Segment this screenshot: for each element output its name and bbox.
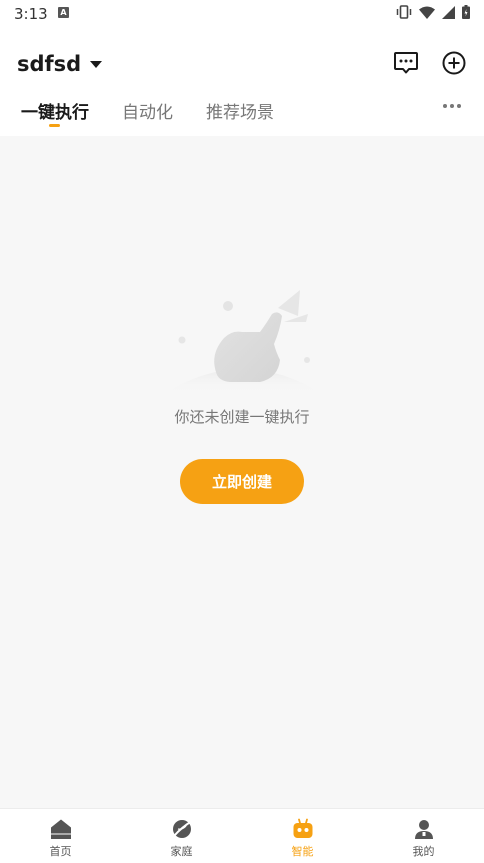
status-time: 3:13 xyxy=(14,5,48,23)
nav-label-smart: 智能 xyxy=(291,845,314,858)
user-icon xyxy=(414,820,433,839)
robot-icon xyxy=(293,818,312,838)
tab-bar: 一键执行 自动化 推荐场景 xyxy=(0,96,484,136)
battery-icon xyxy=(462,5,470,19)
nav-item-home[interactable]: 首页 xyxy=(0,809,121,863)
empty-tap-illustration xyxy=(164,290,322,394)
wifi-icon xyxy=(419,6,435,19)
home-name: sdfsd xyxy=(17,52,82,76)
more-icon[interactable] xyxy=(443,104,461,108)
create-now-button[interactable]: 立即创建 xyxy=(180,459,304,504)
notification-icon: A xyxy=(58,7,69,18)
header: sdfsd 一键执行 自动化 推荐场景 xyxy=(0,28,484,136)
tab-recommended[interactable]: 推荐场景 xyxy=(206,98,274,123)
signal-icon xyxy=(442,5,455,19)
planet-icon xyxy=(172,820,193,838)
status-icons xyxy=(396,5,470,19)
nav-item-smart[interactable]: 智能 xyxy=(242,809,363,863)
status-bar: 3:13 A xyxy=(0,0,484,28)
vibrate-icon xyxy=(396,5,412,19)
add-circle-icon[interactable] xyxy=(440,49,468,77)
nav-label-mine: 我的 xyxy=(412,845,435,858)
nav-item-family[interactable]: 家庭 xyxy=(121,809,242,863)
tab-automation[interactable]: 自动化 xyxy=(122,98,173,123)
bottom-nav: 首页 家庭 智能 我的 xyxy=(0,808,484,863)
tab-one-click[interactable]: 一键执行 xyxy=(21,98,89,123)
nav-label-home: 首页 xyxy=(49,845,72,858)
caret-down-icon xyxy=(90,60,103,68)
home-selector[interactable]: sdfsd xyxy=(17,52,103,76)
home-icon xyxy=(50,819,71,839)
message-icon[interactable] xyxy=(392,49,420,77)
nav-item-mine[interactable]: 我的 xyxy=(363,809,484,863)
nav-label-family: 家庭 xyxy=(170,845,193,858)
tab-indicator xyxy=(49,124,60,127)
empty-message: 你还未创建一键执行 xyxy=(174,408,310,426)
